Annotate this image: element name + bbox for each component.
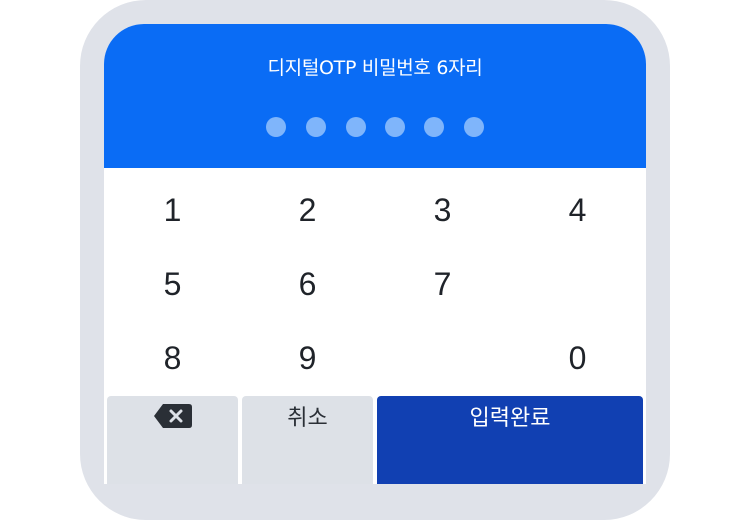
key-2[interactable]: 2	[240, 173, 375, 247]
key-8[interactable]: 8	[105, 321, 240, 395]
cancel-button[interactable]: 취소	[242, 396, 373, 484]
backspace-button[interactable]	[107, 396, 238, 484]
pin-dot	[464, 117, 484, 137]
pin-dot	[424, 117, 444, 137]
pin-dot	[385, 117, 405, 137]
key-blank[interactable]	[375, 321, 510, 395]
key-0[interactable]: 0	[510, 321, 645, 395]
backspace-icon	[153, 404, 192, 428]
key-5[interactable]: 5	[105, 247, 240, 321]
confirm-button[interactable]: 입력완료	[377, 396, 643, 484]
key-6[interactable]: 6	[240, 247, 375, 321]
pin-indicator	[104, 117, 646, 137]
key-3[interactable]: 3	[375, 173, 510, 247]
otp-header: 디지털OTP 비밀번호 6자리	[104, 24, 646, 168]
key-7[interactable]: 7	[375, 247, 510, 321]
key-4[interactable]: 4	[510, 173, 645, 247]
pin-dot	[266, 117, 286, 137]
cancel-label: 취소	[287, 406, 328, 431]
key-blank[interactable]	[510, 247, 645, 321]
confirm-label: 입력완료	[469, 406, 551, 431]
otp-keypad-panel: 디지털OTP 비밀번호 6자리 1 2 3 4 5 6 7 8 9 0 취소 입…	[104, 24, 646, 484]
otp-title: 디지털OTP 비밀번호 6자리	[267, 57, 483, 79]
key-9[interactable]: 9	[240, 321, 375, 395]
pin-dot	[346, 117, 366, 137]
key-1[interactable]: 1	[105, 173, 240, 247]
pin-dot	[306, 117, 326, 137]
